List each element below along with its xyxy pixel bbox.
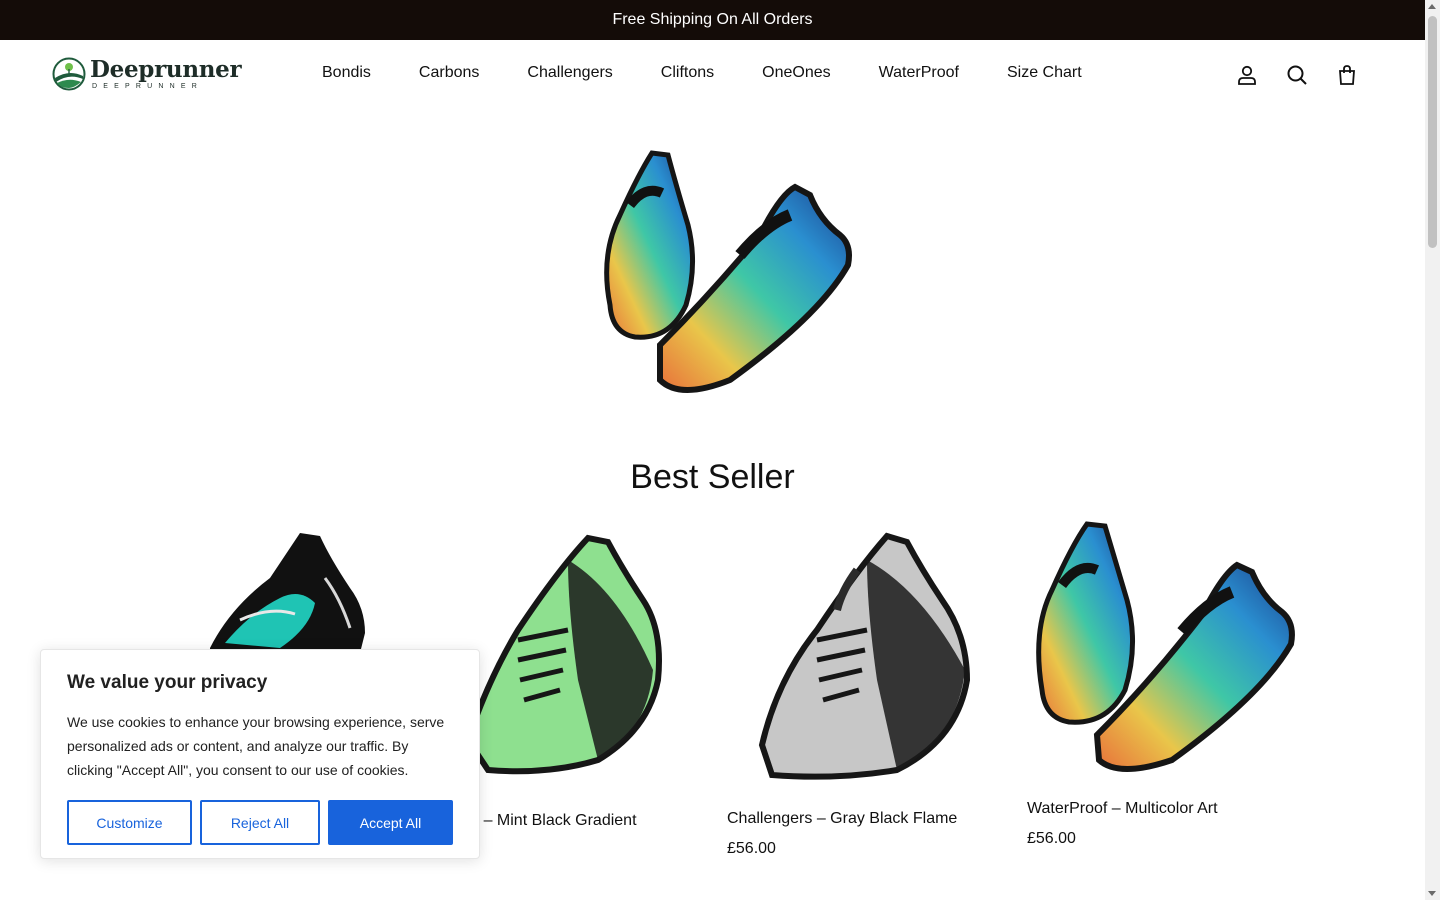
nav-item-oneones[interactable]: OneOnes bbox=[762, 64, 830, 82]
cookie-actions: Customize Reject All Accept All bbox=[67, 800, 453, 845]
announcement-text: Free Shipping On All Orders bbox=[612, 11, 813, 28]
cookie-body: We use cookies to enhance your browsing … bbox=[67, 714, 445, 778]
scroll-down-arrow-icon[interactable] bbox=[1428, 891, 1436, 896]
cart-icon[interactable] bbox=[1335, 63, 1359, 87]
cookie-consent-banner: We value your privacy We use cookies to … bbox=[40, 649, 480, 859]
nav-item-challengers[interactable]: Challengers bbox=[527, 64, 612, 82]
product-card[interactable]: Challengers – Gray Black Flame £56.00 bbox=[727, 530, 977, 858]
brand-logo[interactable]: Deeprunner DEEPRUNNER bbox=[52, 55, 242, 91]
product-name[interactable]: Challengers – Gray Black Flame bbox=[727, 810, 977, 828]
site-header: Deeprunner DEEPRUNNER Bondis Carbons Cha… bbox=[0, 40, 1425, 110]
product-image bbox=[464, 534, 662, 775]
product-card[interactable] bbox=[200, 528, 375, 653]
nav-item-cliftons[interactable]: Cliftons bbox=[661, 64, 714, 82]
nav-item-waterproof[interactable]: WaterProof bbox=[879, 64, 959, 82]
scroll-up-arrow-icon[interactable] bbox=[1428, 4, 1436, 9]
hero-shoes-image bbox=[604, 150, 852, 393]
reject-all-button[interactable]: Reject All bbox=[200, 800, 320, 845]
brand-name: Deeprunner bbox=[90, 55, 242, 83]
product-image bbox=[758, 532, 971, 780]
announcement-bar: Free Shipping On All Orders bbox=[0, 0, 1425, 40]
header-actions bbox=[1235, 63, 1359, 87]
brand-tagline: DEEPRUNNER bbox=[92, 82, 204, 90]
nav-item-size-chart[interactable]: Size Chart bbox=[1007, 64, 1082, 82]
nav-item-carbons[interactable]: Carbons bbox=[419, 64, 479, 82]
product-name[interactable]: WaterProof – Multicolor Art bbox=[1027, 800, 1295, 818]
main-nav: Bondis Carbons Challengers Cliftons OneO… bbox=[322, 64, 1130, 82]
product-name[interactable]: gers – Mint Black Gradient bbox=[448, 812, 698, 830]
cookie-title: We value your privacy bbox=[67, 672, 268, 693]
nav-item-bondis[interactable]: Bondis bbox=[322, 64, 371, 82]
product-image bbox=[210, 533, 365, 653]
customize-button[interactable]: Customize bbox=[67, 800, 192, 845]
accept-all-button[interactable]: Accept All bbox=[328, 800, 453, 845]
scrollbar-thumb[interactable] bbox=[1428, 16, 1437, 248]
product-image bbox=[1036, 521, 1295, 772]
product-price: £56.00 bbox=[1027, 830, 1076, 847]
logo-mark-icon bbox=[52, 57, 86, 91]
product-card[interactable]: gers – Mint Black Gradient bbox=[448, 530, 663, 829]
account-icon[interactable] bbox=[1235, 63, 1259, 87]
page-scrollbar[interactable] bbox=[1425, 0, 1440, 900]
search-icon[interactable] bbox=[1285, 63, 1309, 87]
section-title: Best Seller bbox=[630, 458, 795, 496]
product-price: £56.00 bbox=[727, 840, 776, 857]
product-card[interactable]: WaterProof – Multicolor Art £56.00 bbox=[1027, 520, 1295, 848]
